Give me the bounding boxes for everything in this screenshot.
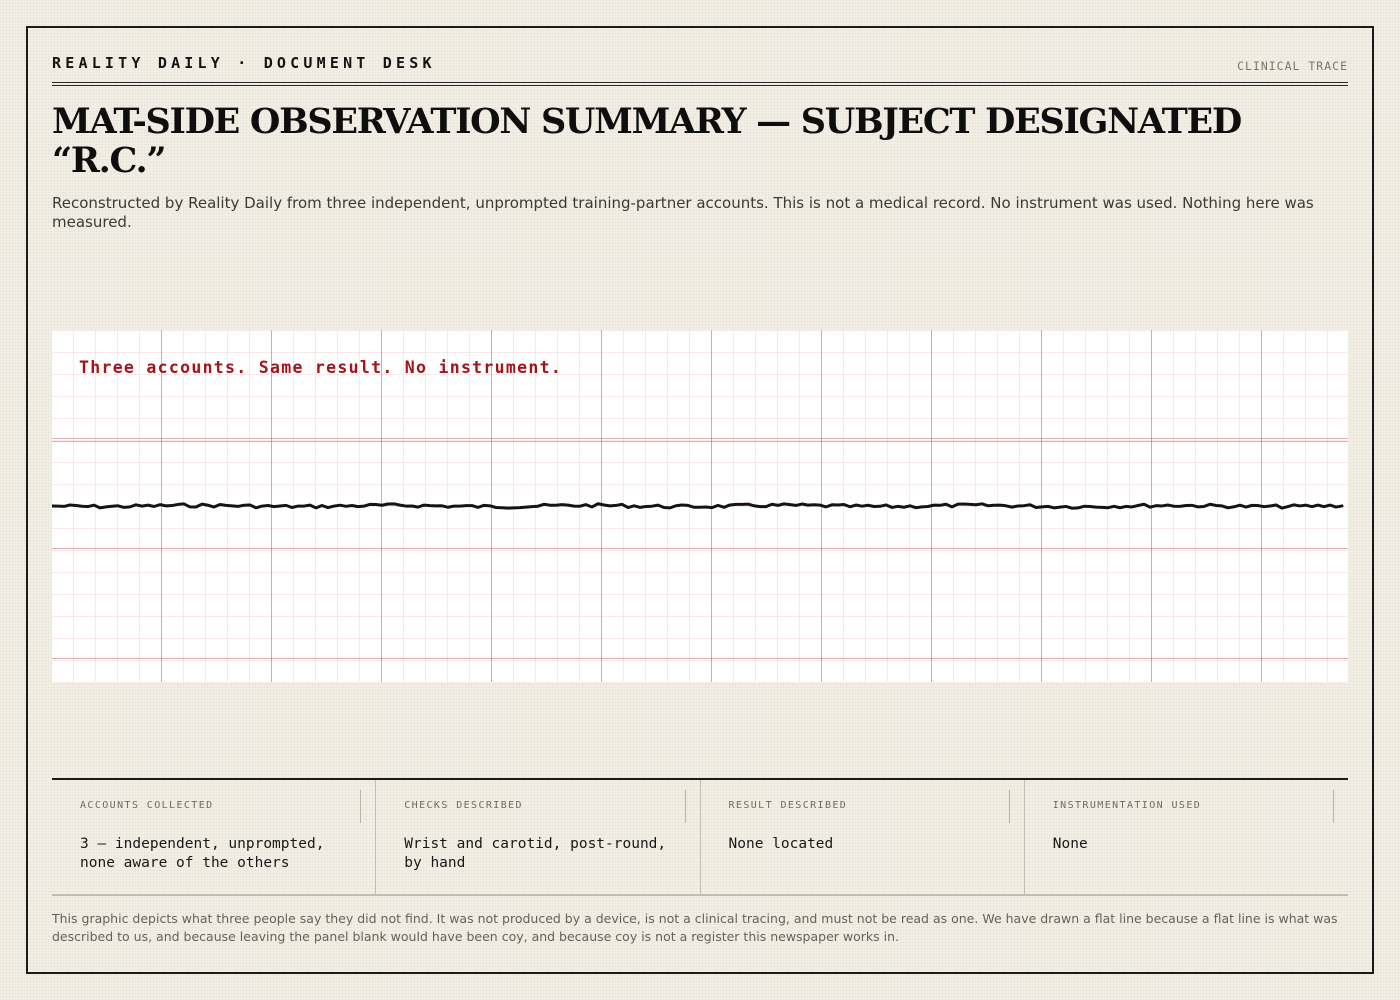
fact-instrumentation-used: INSTRUMENTATION USED None (1025, 780, 1348, 894)
fact-label: RESULT DESCRIBED (728, 800, 848, 811)
flat-trace-line (52, 502, 1344, 510)
trace-panel: Three accounts. Same result. No instrume… (52, 330, 1348, 682)
masthead: REALITY DAILY · DOCUMENT DESK CLINICAL T… (52, 54, 1348, 86)
fact-label: INSTRUMENTATION USED (1052, 800, 1202, 811)
fact-value: None located (728, 836, 834, 852)
fact-accounts-collected: ACCOUNTS COLLECTED 3 — independent, unpr… (52, 780, 377, 894)
publication-name: REALITY DAILY · DOCUMENT DESK (52, 54, 436, 72)
trace-graphic (52, 502, 1344, 510)
fact-label: CHECKS DESCRIBED (404, 800, 523, 811)
fact-checks-described: CHECKS DESCRIBED Wrist and carotid, post… (376, 780, 701, 894)
fact-result-described: RESULT DESCRIBED None located (701, 780, 1025, 894)
facts-row: ACCOUNTS COLLECTED 3 — independent, unpr… (52, 778, 1348, 896)
fact-value: None (1052, 836, 1088, 852)
page-subtitle: Reconstructed by Reality Daily from thre… (52, 194, 1314, 231)
trace-annotation: Three accounts. Same result. No instrume… (79, 358, 563, 377)
section-label: CLINICAL TRACE (1237, 59, 1348, 73)
page-title: MAT-SIDE OBSERVATION SUMMARY — SUBJECT D… (52, 101, 1242, 181)
document-frame: REALITY DAILY · DOCUMENT DESK CLINICAL T… (26, 26, 1374, 974)
fact-value: Wrist and carotid, post-round, by hand (404, 836, 667, 871)
fact-label: ACCOUNTS COLLECTED (80, 800, 214, 811)
footnote: This graphic depicts what three people s… (52, 911, 1338, 944)
fact-value: 3 — independent, unprompted, none aware … (80, 836, 325, 871)
